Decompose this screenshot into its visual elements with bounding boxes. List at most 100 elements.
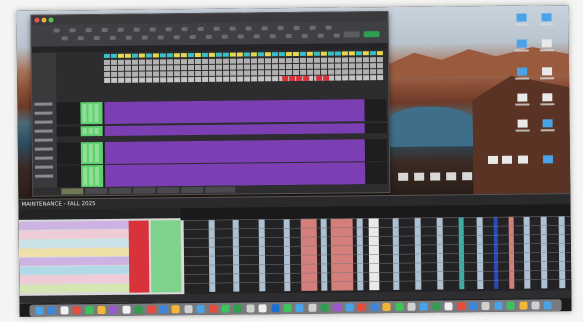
toolbar-button[interactable] [213,26,220,31]
screenshot-thumbnail-icon[interactable] [414,172,425,181]
minimize-button[interactable] [41,17,47,23]
toolbar-button[interactable] [205,34,212,39]
dock-app-icon[interactable] [97,305,106,315]
toolbar-button[interactable] [333,33,340,38]
dock-app-icon[interactable] [531,301,540,310]
toolbar-button[interactable] [157,35,164,40]
dock-app-icon[interactable] [35,306,44,315]
dock-app-icon[interactable] [407,302,416,311]
toolbar-button[interactable] [165,27,172,32]
dock-app-icon[interactable] [184,305,193,314]
dock-app-icon[interactable] [72,306,81,315]
toolbar-button[interactable] [261,26,268,31]
dock-app-icon[interactable] [308,303,317,312]
comments-button[interactable] [343,31,360,38]
dock-app-icon[interactable] [370,303,379,312]
dock-app-icon[interactable] [357,303,366,312]
folder-icon[interactable] [516,13,527,22]
sheet-tab[interactable] [133,187,156,194]
toolbar-button[interactable] [149,27,156,32]
dock-app-icon[interactable] [171,305,180,314]
toolbar-button[interactable] [237,34,244,39]
toolbar-button[interactable] [141,35,148,40]
dock-app-icon[interactable] [382,302,391,312]
toolbar-button[interactable] [269,34,276,39]
schedule-grid-lower[interactable] [18,194,572,304]
spreadsheet-window-upper[interactable] [30,11,391,197]
document-icon[interactable] [501,155,513,164]
spreadsheet-window-lower[interactable]: MAINTENANCE - FALL 2025 [18,193,572,304]
dock-app-icon[interactable] [271,304,280,313]
toolbar-button[interactable] [133,27,140,32]
dock-app-icon[interactable] [432,302,441,311]
dock-app-icon[interactable] [543,301,552,310]
document-icon[interactable] [542,93,553,102]
schedule-grid-upper[interactable] [31,49,390,188]
toolbar-button[interactable] [229,26,236,31]
dock-app-icon[interactable] [221,304,230,313]
zoom-button[interactable] [48,17,54,23]
toolbar-button[interactable] [93,36,100,41]
toolbar-button[interactable] [189,35,196,40]
close-button[interactable] [34,17,40,23]
sheet-tab[interactable] [205,186,236,193]
document-icon[interactable] [541,39,552,48]
dock-app-icon[interactable] [209,304,218,313]
sheet-tab[interactable] [85,187,108,195]
toolbar-button[interactable] [109,35,116,40]
document-icon[interactable] [517,119,528,128]
dock-app-icon[interactable] [159,305,168,314]
toolbar-button[interactable] [69,28,76,33]
toolbar-button[interactable] [325,25,332,30]
screenshot-thumbnail-icon[interactable] [446,172,457,181]
toolbar-button[interactable] [197,26,204,32]
dock-app-icon[interactable] [320,303,329,312]
toolbar-button[interactable] [77,36,84,41]
toolbar-button[interactable] [53,28,60,33]
sheet-tab[interactable] [109,187,132,194]
document-icon[interactable] [487,155,499,164]
document-icon[interactable] [517,155,529,164]
sheet-tab[interactable] [157,187,180,194]
dock-app-icon[interactable] [444,302,453,311]
dock-app-icon[interactable] [283,304,292,313]
folder-icon[interactable] [516,39,527,48]
dock-app-icon[interactable] [333,303,342,312]
document-icon[interactable] [517,93,528,102]
toolbar-button[interactable] [277,26,284,31]
folder-icon[interactable] [541,13,552,22]
toolbar-button[interactable] [173,35,180,40]
share-button[interactable] [363,31,380,38]
dock-app-icon[interactable] [85,306,94,315]
dock-app-icon[interactable] [506,301,515,310]
dock-app-icon[interactable] [134,305,143,314]
toolbar-button[interactable] [285,34,292,39]
toolbar-button[interactable] [221,34,228,39]
dock-app-icon[interactable] [519,301,528,310]
folder-icon[interactable] [542,155,554,164]
toolbar-button[interactable] [253,34,260,39]
sheet-tab[interactable] [61,188,84,195]
toolbar-button[interactable] [301,33,308,38]
dock-app-icon[interactable] [345,303,354,312]
dock-app-icon[interactable] [196,304,205,314]
dock-app-icon[interactable] [233,304,242,313]
toolbar-button[interactable] [309,25,316,30]
dock-app-icon[interactable] [395,302,404,311]
toolbar-button[interactable] [125,35,132,40]
screenshot-thumbnail-icon[interactable] [398,172,409,181]
dock-app-icon[interactable] [109,305,118,314]
dock-app-icon[interactable] [147,305,156,314]
dock-app-icon[interactable] [60,306,69,315]
screenshot-thumbnail-icon[interactable] [462,172,473,181]
dock-app-icon[interactable] [419,302,428,311]
toolbar-button[interactable] [181,27,188,32]
dock-app-icon[interactable] [469,302,478,311]
toolbar-button[interactable] [117,27,124,32]
toolbar-button[interactable] [85,28,92,33]
dock-app-icon[interactable] [122,305,131,314]
dock-app-icon[interactable] [246,304,255,313]
document-icon[interactable] [542,67,553,76]
folder-icon[interactable] [517,67,528,76]
dock-app-icon[interactable] [258,304,267,313]
